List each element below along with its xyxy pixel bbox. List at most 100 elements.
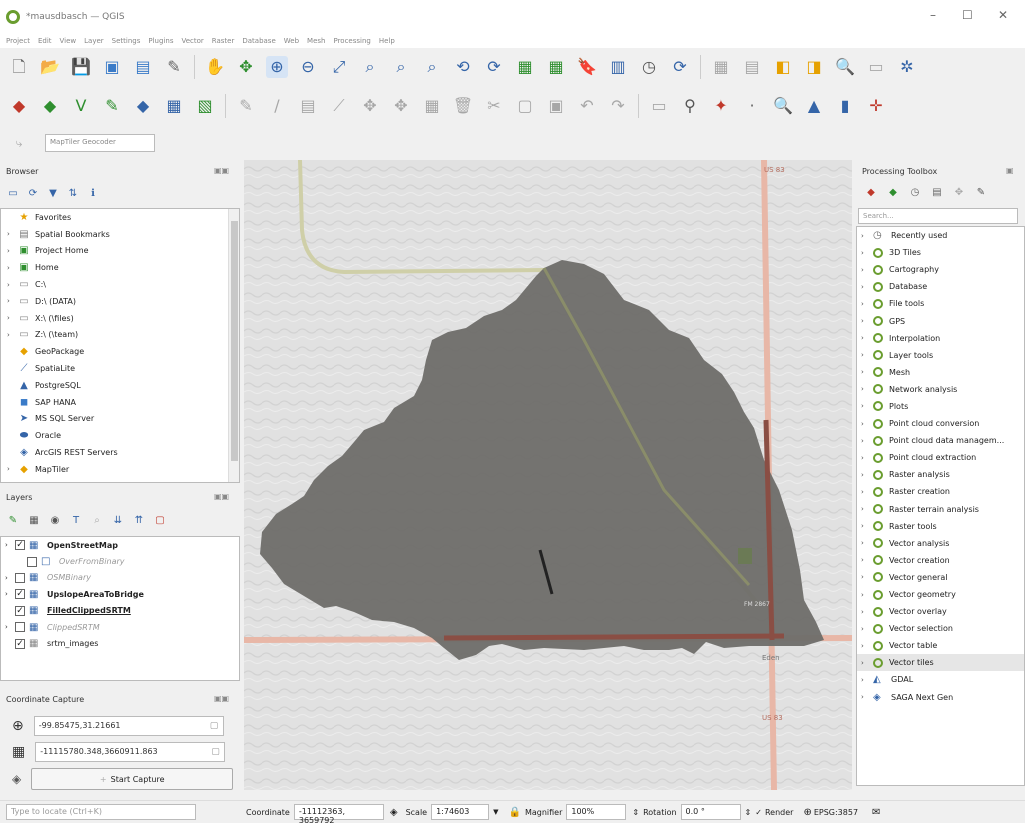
options-icon[interactable]: ✎	[974, 186, 988, 200]
layer-item[interactable]: › ✓ ▦ OpenStreetMap	[1, 537, 239, 553]
expand-arrow-icon[interactable]: ›	[861, 402, 873, 410]
expand-arrow-icon[interactable]: ›	[861, 283, 873, 291]
menu-item[interactable]: Vector	[181, 37, 203, 45]
label-tool-icon[interactable]: ▭	[648, 95, 670, 117]
browser-item[interactable]: ⟋ SpatiaLite	[1, 360, 239, 377]
wgs84-coordinate-field[interactable]: -99.85475,31.21661	[33, 716, 224, 736]
processing-group[interactable]: › Vector analysis	[857, 535, 1024, 552]
expand-arrow-icon[interactable]: ›	[861, 317, 873, 325]
models-icon[interactable]: ◆	[864, 186, 878, 200]
close-button[interactable]: ✕	[998, 8, 1008, 22]
move-label-icon[interactable]: ✦	[710, 95, 732, 117]
measure-icon[interactable]: ▭	[865, 56, 887, 78]
expand-arrow-icon[interactable]: ›	[861, 232, 873, 240]
bookmark-icon[interactable]: 🔖	[576, 56, 598, 78]
menu-item[interactable]: Mesh	[307, 37, 325, 45]
browser-item[interactable]: › ▤ Spatial Bookmarks	[1, 226, 239, 243]
vertex-tool-icon[interactable]: ✥	[359, 95, 381, 117]
expand-arrow-icon[interactable]: ›	[861, 642, 873, 650]
new-project-icon[interactable]: 🗋	[8, 56, 30, 78]
digitize-icon[interactable]: ⟋	[328, 95, 350, 117]
processing-group[interactable]: › Vector creation	[857, 552, 1024, 569]
expand-arrow-icon[interactable]: ›	[861, 420, 873, 428]
processing-group[interactable]: › Raster creation	[857, 483, 1024, 500]
spin-arrows-icon[interactable]: ⇕	[745, 808, 752, 817]
add-layer-icon[interactable]: ▭	[6, 187, 20, 201]
menu-item[interactable]: Database	[242, 37, 275, 45]
expand-arrow-icon[interactable]: ›	[861, 266, 873, 274]
expand-arrow-icon[interactable]: ›	[861, 556, 873, 564]
processing-group[interactable]: › Database	[857, 278, 1024, 295]
layer-item[interactable]: › ▦ ClippedSRTM	[1, 619, 239, 635]
expand-arrow-icon[interactable]: ›	[5, 574, 15, 582]
scale-dropdown-icon[interactable]: ▼	[493, 808, 498, 816]
expand-arrow-icon[interactable]: ›	[861, 334, 873, 342]
rotation-field[interactable]: 0.0 °	[680, 804, 741, 820]
expand-arrow-icon[interactable]: ›	[7, 314, 17, 322]
processing-group[interactable]: › Vector overlay	[857, 603, 1024, 620]
expand-arrow-icon[interactable]: ›	[7, 465, 17, 473]
save-project-icon[interactable]: 💾	[70, 56, 92, 78]
projected-coordinate-field[interactable]: -11115780.348,3660911.863	[35, 742, 226, 762]
copy-icon[interactable]: ▢	[210, 721, 219, 731]
expand-arrow-icon[interactable]: ›	[7, 230, 17, 238]
zoom-out-icon[interactable]: ⊖	[297, 56, 319, 78]
modify-attributes-icon[interactable]: ▦	[421, 95, 443, 117]
processing-group[interactable]: › Raster terrain analysis	[857, 501, 1024, 518]
select-by-value-icon[interactable]: ◨	[803, 56, 825, 78]
expand-arrow-icon[interactable]: ›	[861, 368, 873, 376]
new-print-layout-icon[interactable]: ▣	[101, 56, 123, 78]
expand-arrow-icon[interactable]: ›	[861, 471, 873, 479]
layer-visibility-checkbox[interactable]: ✓	[15, 605, 25, 616]
pan-map-icon[interactable]: ✋	[204, 56, 226, 78]
browser-item[interactable]: › ▭ C:\	[1, 276, 239, 293]
layer-item[interactable]: › ▦ OSMBinary	[1, 570, 239, 586]
map-tips-icon[interactable]: ✲	[896, 56, 918, 78]
processing-group[interactable]: › Vector general	[857, 569, 1024, 586]
copy-features-icon[interactable]: ▢	[514, 95, 536, 117]
panel-float-close-icon[interactable]: ▣	[1006, 166, 1014, 175]
pin-labels-icon[interactable]: ⚲	[679, 95, 701, 117]
expand-arrow-icon[interactable]: ›	[7, 331, 17, 339]
processing-group[interactable]: › 3D Tiles	[857, 244, 1024, 261]
zoom-last-icon[interactable]: ⟲	[452, 56, 474, 78]
layer-visibility-checkbox[interactable]: ✓	[15, 638, 25, 649]
expand-arrow-icon[interactable]: ›	[5, 590, 15, 598]
spin-arrows-icon[interactable]: ⇕	[632, 808, 639, 817]
scale-field[interactable]: 1:74603	[431, 804, 490, 820]
add-raster-layer-icon[interactable]: ✎	[101, 95, 123, 117]
processing-group[interactable]: › Plots	[857, 398, 1024, 415]
browser-item[interactable]: › ◆ MapTiler	[1, 461, 239, 478]
toggle-extents-icon[interactable]: ◈	[390, 807, 398, 818]
filter-legend-icon[interactable]: T	[69, 514, 83, 528]
redo-icon[interactable]: ↷	[607, 95, 629, 117]
python-console-icon[interactable]: ▮	[834, 95, 856, 117]
locator-search-input[interactable]: Type to locate (Ctrl+K)	[6, 804, 196, 820]
map-canvas[interactable]: US 83 Eden FM 2867 US 83	[244, 160, 852, 790]
panel-float-close-icon[interactable]: ▣▣	[214, 694, 229, 703]
lock-icon[interactable]: 🔒	[508, 807, 520, 818]
remove-layer-icon[interactable]: ▢	[153, 514, 167, 528]
new-map-view-icon[interactable]: ▦	[514, 56, 536, 78]
start-capture-button[interactable]: + Start Capture	[31, 768, 234, 790]
save-edits-icon[interactable]: ▤	[297, 95, 319, 117]
processing-group[interactable]: › Vector selection	[857, 620, 1024, 637]
processing-group[interactable]: › Vector tiles	[857, 654, 1024, 672]
track-mouse-icon[interactable]: ◈	[12, 772, 21, 786]
delete-selected-icon[interactable]: 🗑	[452, 95, 474, 117]
annotation-icon[interactable]: ·	[741, 95, 763, 117]
copy-icon[interactable]: ▢	[211, 747, 220, 757]
select-features-icon[interactable]: ◧	[772, 56, 794, 78]
grid-icon[interactable]: ▦	[12, 744, 25, 760]
menu-item[interactable]: Help	[379, 37, 395, 45]
zoom-to-selection-icon[interactable]: ⌕	[359, 56, 381, 78]
magnifier-field[interactable]: 100%	[566, 804, 627, 820]
expand-arrow-icon[interactable]: ›	[7, 247, 17, 255]
refresh-icon[interactable]: ⟳	[26, 187, 40, 201]
browser-item[interactable]: › ▣ Project Home	[1, 243, 239, 260]
open-layer-styling-icon[interactable]: ✎	[6, 514, 20, 528]
processing-group[interactable]: › Vector geometry	[857, 586, 1024, 603]
menu-item[interactable]: Processing	[333, 37, 370, 45]
expand-arrow-icon[interactable]: ›	[7, 281, 17, 289]
processing-group[interactable]: › Point cloud extraction	[857, 449, 1024, 466]
